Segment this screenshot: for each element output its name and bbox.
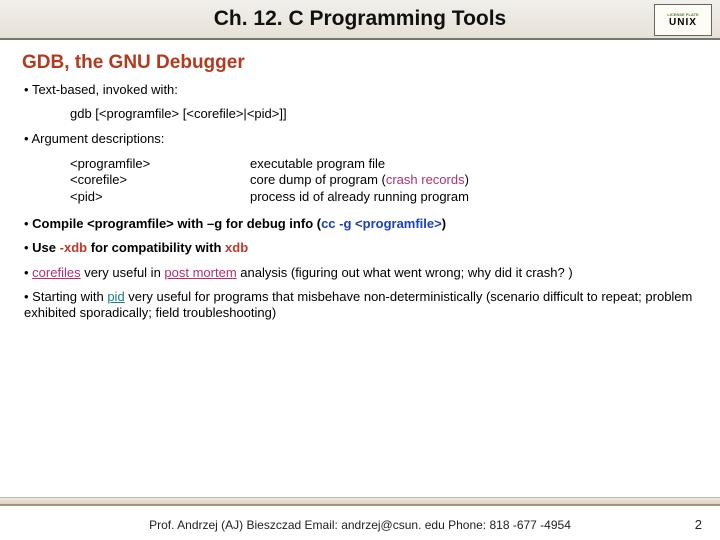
slide-content: GDB, the GNU Debugger Text-based, invoke… [0,40,720,321]
arg-corefile-desc-c: ) [465,172,469,187]
bullet-corefiles-d: analysis (figuring out what went wrong; … [237,265,573,280]
unix-logo: LICENSE PLATE UNIX [654,4,712,36]
bullet-xdb: Use -xdb for compatibility with xdb [24,240,702,256]
bullet-xdb-b: -xdb [60,240,87,255]
footer-divider [0,497,720,506]
gdb-command: gdb [<programfile> [<corefile>|<pid>]] [70,106,702,121]
bullet-compile-a: Compile <programfile> with –g for debug … [32,216,321,231]
arg-corefile-desc-a: core dump of program ( [250,172,386,187]
bullet-pid-a: Starting with [32,289,107,304]
bullet-invoke: Text-based, invoked with: [24,82,702,98]
arg-pid-name: <pid> [70,189,250,206]
slide-subtitle: GDB, the GNU Debugger [22,52,702,74]
bullet-corefiles: corefiles very useful in post mortem ana… [24,265,702,281]
bullet-corefiles-c: post mortem [164,265,236,280]
arg-pid-desc: process id of already running program [250,189,702,206]
bullet-corefiles-a: corefiles [32,265,80,280]
bullet-compile: Compile <programfile> with –g for debug … [24,216,702,232]
arg-corefile-desc: core dump of program (crash records) [250,172,702,189]
title-bar: Ch. 12. C Programming Tools LICENSE PLAT… [0,0,720,40]
bullet-xdb-a: Use [32,240,59,255]
arg-programfile-name: <programfile> [70,156,250,173]
bullet-xdb-c: for compatibility with [87,240,225,255]
footer-text: Prof. Andrzej (AJ) Bieszczad Email: andr… [0,518,720,532]
page-title: Ch. 12. C Programming Tools [214,7,506,31]
bullet-compile-b: cc -g <programfile> [321,216,442,231]
bullet-xdb-d: xdb [225,240,248,255]
arg-corefile-name: <corefile> [70,172,250,189]
bullet-pid: Starting with pid very useful for progra… [24,289,702,322]
arg-corefile-desc-b: crash records [386,172,465,187]
bullet-compile-c: ) [442,216,446,231]
logo-main: UNIX [669,17,697,28]
arg-programfile-desc: executable program file [250,156,702,173]
bullet-corefiles-b: very useful in [81,265,165,280]
argument-table: <programfile> executable program file <c… [70,156,702,207]
bullet-pid-b: pid [107,289,124,304]
bullet-args: Argument descriptions: [24,131,702,147]
bullet-pid-c: very useful for programs that misbehave … [24,289,692,320]
page-number: 2 [695,517,702,532]
